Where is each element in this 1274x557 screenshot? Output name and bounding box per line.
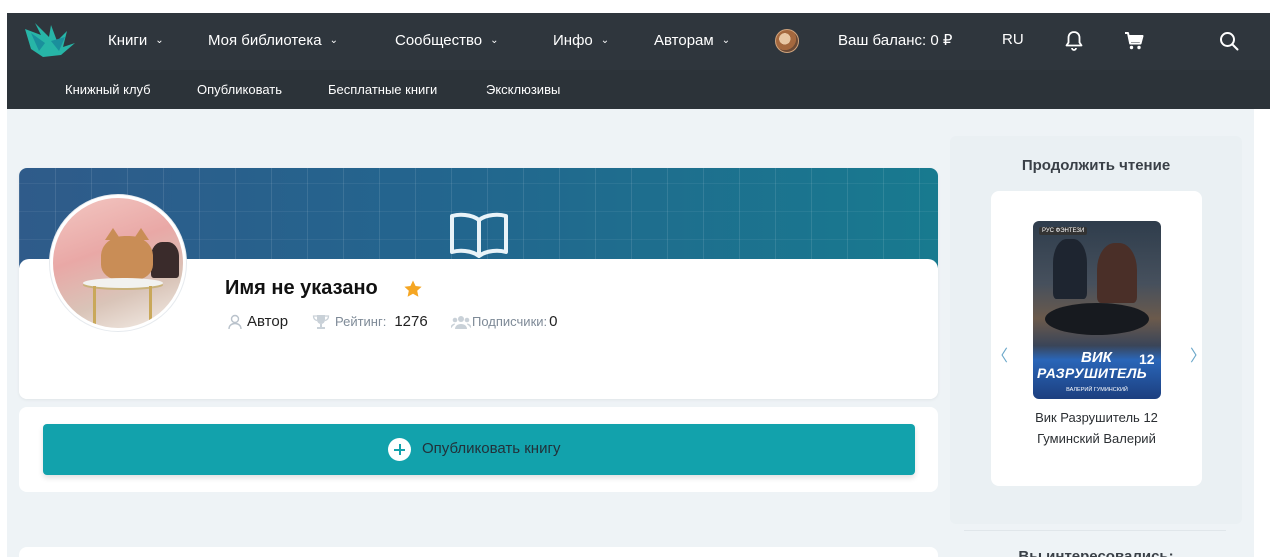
profile-rating: Рейтинг: 1276 <box>312 313 428 330</box>
avatar[interactable] <box>775 29 799 53</box>
search-icon[interactable] <box>1217 29 1241 53</box>
book-cover-bike <box>1045 303 1149 335</box>
subscribers-value: 0 <box>549 313 558 330</box>
sidebar-divider <box>964 530 1226 531</box>
nav-my-library[interactable]: Моя библиотека ⌄ <box>208 31 338 53</box>
book-cover[interactable]: РУС ФЭНТЕЗИ ВИК 12 РАЗРУШИТЕЛЬ ВАЛЕРИЙ Г… <box>1033 221 1161 399</box>
book-author[interactable]: Гуминский Валерий <box>991 431 1202 446</box>
subnav-book-club[interactable]: Книжный клуб <box>65 82 151 97</box>
subnav-publish[interactable]: Опубликовать <box>197 82 282 97</box>
plus-circle-icon <box>388 438 411 461</box>
nav-books-label: Книги <box>108 32 148 49</box>
user-icon <box>228 314 242 329</box>
top-navbar: Книги ⌄ Моя библиотека ⌄ Сообщество ⌄ Инфо ⌄… <box>7 13 1270 109</box>
avatar-photo-people <box>151 242 179 278</box>
bell-icon[interactable] <box>1062 29 1086 53</box>
profile-role-label: Автор <box>247 313 289 330</box>
rating-label: Рейтинг: <box>335 314 387 329</box>
sub-nav: Книжный клуб Опубликовать Бесплатные кни… <box>7 70 1270 109</box>
chevron-down-icon: ⌄ <box>155 35 164 46</box>
open-book-icon <box>450 212 508 258</box>
cover-tag: РУС ФЭНТЕЗИ <box>1039 227 1088 235</box>
chevron-down-icon: ⌄ <box>600 35 610 46</box>
cover-title-2: РАЗРУШИТЕЛЬ <box>1037 365 1147 381</box>
publish-book-label: Опубликовать книгу <box>422 440 561 457</box>
chevron-down-icon: ⌄ <box>721 35 731 46</box>
next-card <box>19 547 938 557</box>
chevron-down-icon: ⌄ <box>490 35 499 46</box>
carousel-prev-arrow[interactable]: 〈 <box>992 342 1008 366</box>
avatar-photo <box>53 198 183 328</box>
nav-books[interactable]: Книги ⌄ <box>108 31 164 53</box>
nav-info[interactable]: Инфо ⌄ <box>553 31 609 53</box>
subscribers-label: Подписчики: <box>472 314 548 329</box>
chevron-down-icon: ⌄ <box>329 35 338 46</box>
subnav-free-books[interactable]: Бесплатные книги <box>328 82 437 97</box>
profile-subscribers: Подписчики: 0 <box>451 313 557 330</box>
cover-title-1: ВИК <box>1081 349 1112 366</box>
profile-role: Автор <box>228 313 288 330</box>
profile-avatar[interactable] <box>50 195 186 331</box>
language-switch[interactable]: RU <box>1002 31 1024 48</box>
trophy-icon <box>312 314 330 329</box>
avatar-photo-stool-leg <box>93 286 96 326</box>
main-nav: Книги ⌄ Моя библиотека ⌄ Сообщество ⌄ Инфо ⌄… <box>7 13 1270 70</box>
scroll-gutter <box>1254 109 1270 557</box>
nav-community-label: Сообщество <box>395 32 483 49</box>
book-title[interactable]: Вик Разрушитель 12 <box>991 410 1202 425</box>
rating-value: 1276 <box>394 313 428 330</box>
logo-icon[interactable] <box>21 21 79 63</box>
cover-author: ВАЛЕРИЙ ГУМИНСКИЙ <box>1066 387 1128 393</box>
users-icon <box>451 315 471 329</box>
balance-label[interactable]: Ваш баланс: 0 ₽ <box>838 31 952 49</box>
nav-info-label: Инфо <box>553 32 593 49</box>
subnav-exclusives[interactable]: Эксклюзивы <box>486 82 560 97</box>
avatar-photo-stool-leg <box>149 286 152 326</box>
nav-community[interactable]: Сообщество ⌄ <box>395 31 499 53</box>
book-cover-fig1 <box>1053 239 1087 299</box>
publish-book-button[interactable]: Опубликовать книгу <box>43 424 915 475</box>
nav-my-library-label: Моя библиотека <box>208 32 322 49</box>
interested-title: Вы интересовались: <box>1018 548 1174 557</box>
continue-reading-title: Продолжить чтение <box>1021 157 1171 174</box>
cart-icon[interactable] <box>1122 29 1146 53</box>
nav-authors-label: Авторам <box>654 32 714 49</box>
nav-authors[interactable]: Авторам ⌄ <box>654 31 730 53</box>
profile-name: Имя не указано <box>225 277 378 299</box>
carousel-next-arrow[interactable]: 〉 <box>1190 342 1206 366</box>
book-cover-fig2 <box>1097 243 1137 303</box>
avatar-photo-cat <box>101 228 153 280</box>
star-icon <box>404 280 422 297</box>
